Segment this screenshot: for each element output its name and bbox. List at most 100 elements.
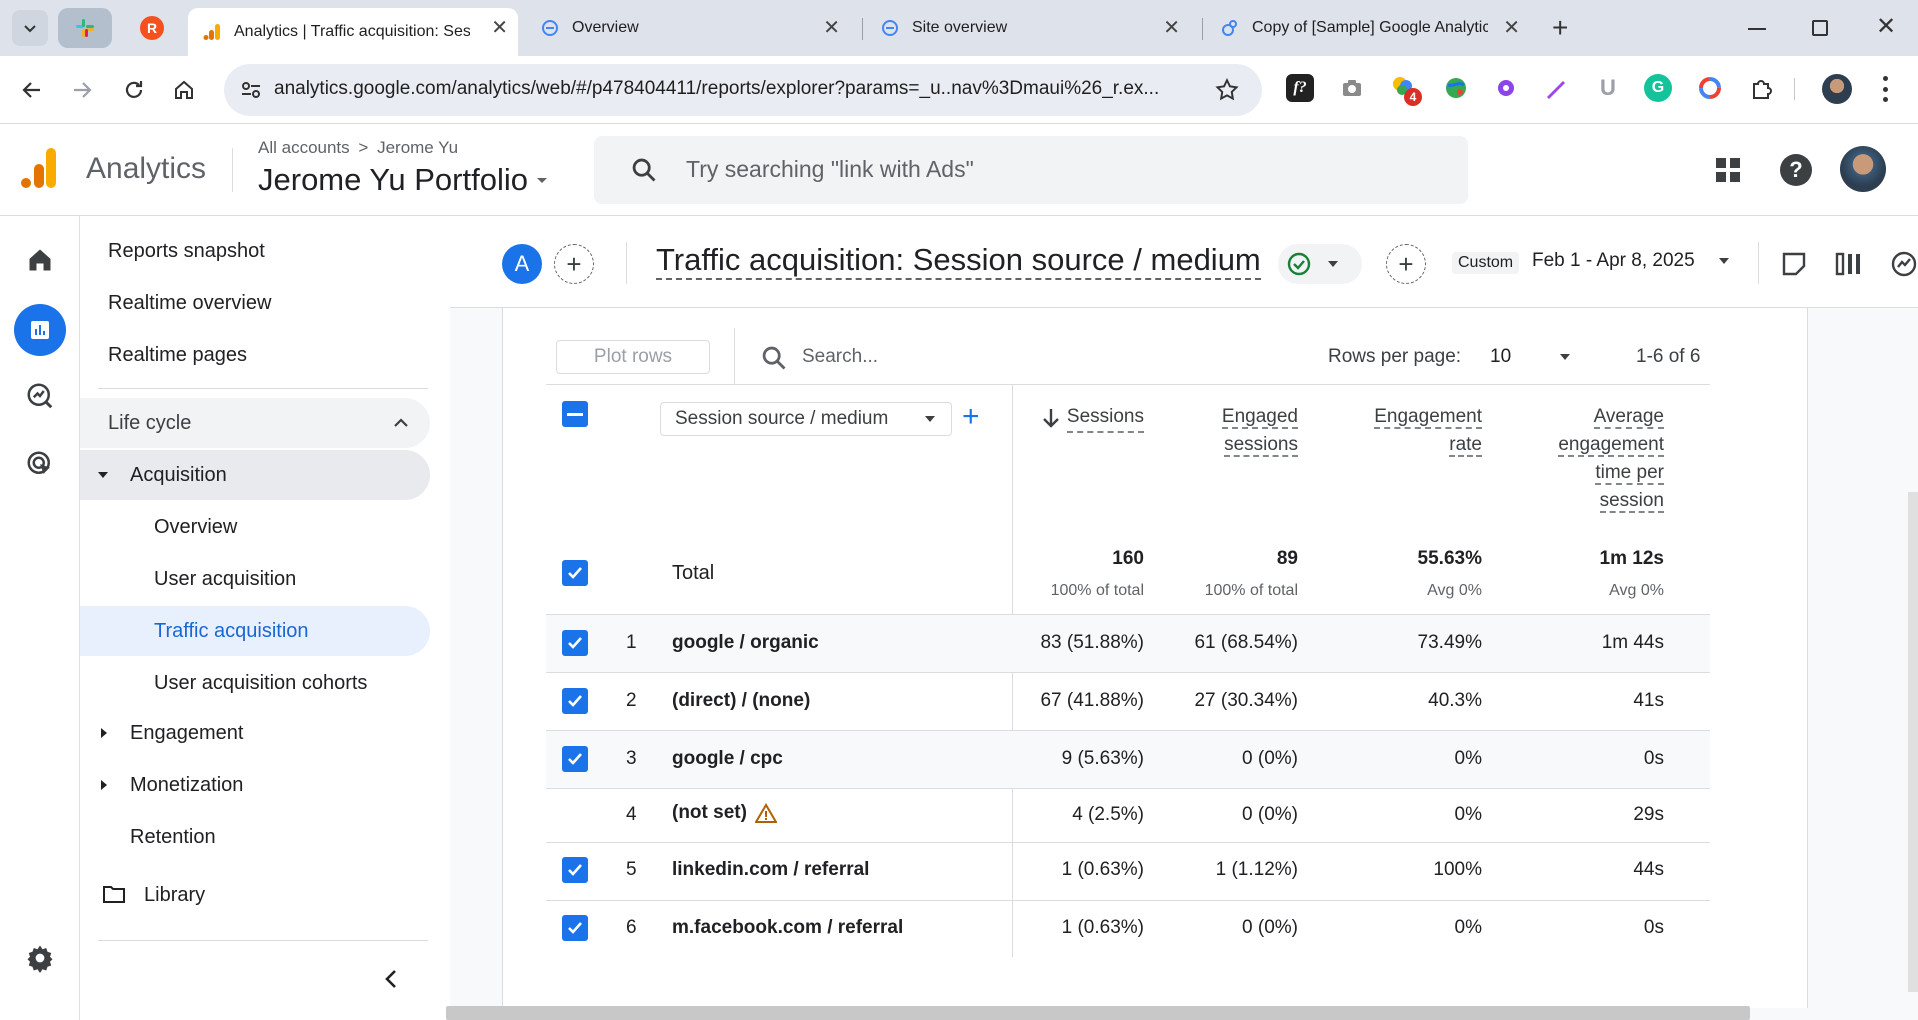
rail-settings[interactable] (20, 938, 60, 978)
horizontal-scrollbar[interactable] (446, 1006, 1750, 1020)
slack-icon (76, 19, 94, 37)
account-avatar[interactable] (1840, 146, 1886, 192)
report-title[interactable]: Traffic acquisition: Session source / me… (656, 242, 1261, 280)
nav-acq-overview[interactable]: Overview (154, 502, 237, 552)
add-comparison-button[interactable]: + (554, 244, 594, 284)
nav-reports-snapshot[interactable]: Reports snapshot (108, 226, 265, 276)
row-3-checkbox[interactable] (562, 746, 588, 772)
tab-search-button[interactable] (12, 10, 48, 46)
row-1-source[interactable]: google / organic (672, 632, 819, 654)
extension-gear-purple-icon[interactable] (1492, 74, 1520, 102)
date-range-selector[interactable]: Feb 1 - Apr 8, 2025 (1532, 250, 1731, 272)
close-icon[interactable]: ✕ (823, 18, 840, 38)
close-window-button[interactable]: ✕ (1876, 12, 1896, 41)
minimize-button[interactable] (1748, 28, 1766, 30)
vertical-scrollbar[interactable] (1908, 492, 1918, 992)
rail-reports[interactable] (14, 304, 66, 356)
apps-grid-icon[interactable] (1714, 156, 1742, 184)
nav-acq-traffic-acquisition[interactable]: Traffic acquisition (154, 606, 309, 656)
plot-rows-button[interactable]: Plot rows (556, 340, 710, 374)
site-info-icon[interactable] (240, 79, 262, 101)
extension-ring-icon[interactable] (1696, 74, 1724, 102)
pinned-tab-r[interactable]: R (140, 16, 164, 40)
browser-menu-button[interactable] (1882, 76, 1888, 102)
row-6-checkbox[interactable] (562, 915, 588, 941)
dimension-selector[interactable]: Session source / medium (660, 402, 952, 436)
add-report-button[interactable]: + (1386, 244, 1426, 284)
extension-badge-icon[interactable]: 4 (1390, 74, 1422, 106)
table-search-input[interactable]: Search... (802, 346, 878, 368)
nav-monetization[interactable]: Monetization (130, 760, 243, 810)
extension-u-icon[interactable]: U (1594, 74, 1622, 102)
warning-icon[interactable] (754, 803, 777, 823)
close-icon[interactable]: ✕ (1503, 18, 1520, 38)
row-1-checkbox[interactable] (562, 630, 588, 656)
close-icon[interactable]: ✕ (1163, 18, 1180, 38)
tab-analytics[interactable]: Analytics | Traffic acquisition: Session… (188, 8, 518, 56)
chevron-up-icon[interactable] (392, 414, 410, 432)
bookmark-star-icon[interactable] (1214, 77, 1240, 103)
extension-globe-icon[interactable] (1442, 74, 1470, 102)
arrow-left-icon (22, 82, 40, 98)
help-icon[interactable]: ? (1780, 154, 1812, 186)
col-sessions[interactable]: Sessions (1030, 403, 1144, 433)
chevron-down-icon (24, 25, 36, 33)
extension-grammarly-icon[interactable]: G (1644, 74, 1672, 102)
forward-button[interactable] (64, 72, 100, 108)
col-avg-engagement-time[interactable]: Average engagement time per session (1500, 403, 1664, 515)
row-5-checkbox[interactable] (562, 857, 588, 883)
add-dimension-button[interactable]: + (962, 400, 980, 434)
customize-report-icon[interactable] (1780, 250, 1808, 278)
rail-advertising[interactable] (20, 444, 60, 484)
rail-explore[interactable] (20, 376, 60, 416)
close-icon[interactable]: ✕ (491, 18, 508, 38)
property-selector[interactable]: Jerome Yu Portfolio (258, 162, 550, 198)
select-all-checkbox[interactable] (562, 401, 588, 427)
comparison-avatar[interactable]: A (502, 244, 542, 284)
rows-per-page-select[interactable]: 10 (1490, 346, 1572, 368)
row-2-checkbox[interactable] (562, 688, 588, 714)
rail-home[interactable] (20, 240, 60, 280)
breadcrumb-all-accounts[interactable]: All accounts (258, 138, 350, 157)
search-box[interactable]: Try searching "link with Ads" (594, 136, 1468, 204)
row-2-source[interactable]: (direct) / (none) (672, 690, 810, 712)
extensions-puzzle-icon[interactable] (1748, 74, 1776, 102)
col-engagement-rate[interactable]: Engagement rate (1320, 403, 1482, 459)
row-3-source[interactable]: google / cpc (672, 748, 783, 770)
home-button[interactable] (166, 72, 202, 108)
nav-retention[interactable]: Retention (130, 812, 216, 862)
row-4-index: 4 (626, 804, 637, 825)
row-4-checkbox[interactable] (562, 802, 588, 828)
breadcrumb[interactable]: All accounts > Jerome Yu (258, 138, 458, 158)
row-5-source[interactable]: linkedin.com / referral (672, 859, 869, 881)
tab-overview[interactable]: Overview ✕ (530, 8, 850, 48)
extension-pen-icon[interactable] (1542, 74, 1570, 102)
total-checkbox[interactable] (562, 560, 588, 586)
tab-copy-sample[interactable]: Copy of [Sample] Google Analytics ✕ (1210, 8, 1530, 48)
compare-columns-icon[interactable] (1834, 250, 1864, 278)
nav-library[interactable]: Library (144, 870, 205, 920)
pinned-tab-slack[interactable] (58, 8, 112, 48)
profile-avatar[interactable] (1822, 74, 1852, 104)
extension-camera-icon[interactable] (1338, 74, 1366, 102)
nav-acq-user-acquisition-cohorts[interactable]: User acquisition cohorts (154, 658, 367, 708)
insights-icon[interactable] (1890, 250, 1918, 278)
tab-site-overview[interactable]: Site overview ✕ (870, 8, 1190, 48)
new-tab-button[interactable]: + (1552, 12, 1568, 44)
extension-fx-icon[interactable]: f? (1286, 74, 1314, 102)
report-status-dropdown[interactable] (1278, 244, 1362, 284)
nav-engagement[interactable]: Engagement (130, 708, 243, 758)
address-bar[interactable]: analytics.google.com/analytics/web/#/p47… (224, 64, 1262, 116)
collapse-chevron-left-icon[interactable] (382, 968, 400, 990)
reload-button[interactable] (116, 72, 152, 108)
row-6-source[interactable]: m.facebook.com / referral (672, 917, 903, 939)
col-engaged-sessions[interactable]: Engaged sessions (1170, 403, 1298, 459)
row-4-source[interactable]: (not set) (672, 802, 777, 824)
nav-acq-user-acquisition[interactable]: User acquisition (154, 554, 296, 604)
nav-realtime-pages[interactable]: Realtime pages (108, 330, 247, 380)
back-button[interactable] (14, 72, 50, 108)
breadcrumb-account[interactable]: Jerome Yu (377, 138, 458, 157)
analytics-logo-icon[interactable] (20, 146, 60, 190)
nav-realtime-overview[interactable]: Realtime overview (108, 278, 271, 328)
restore-button[interactable] (1812, 20, 1828, 36)
